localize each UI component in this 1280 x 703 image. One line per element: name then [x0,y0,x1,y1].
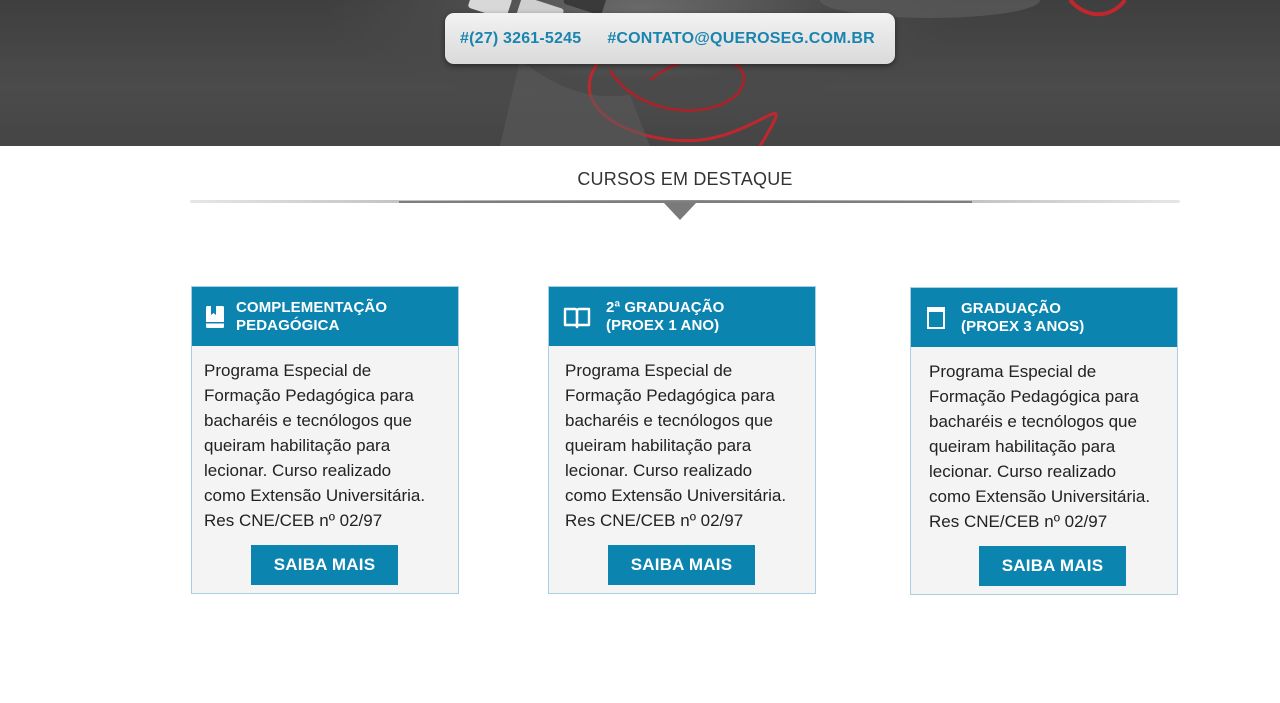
phone-link[interactable]: #(27) 3261-5245 [460,30,581,48]
email-link[interactable]: #CONTATO@QUEROSEG.COM.BR [607,30,875,48]
saiba-mais-button[interactable]: SAIBA MAIS [251,545,398,585]
card-title-line1: GRADUAÇÃO [961,299,1062,317]
course-card-segunda-graduacao: 2ª GRADUAÇÃO (PROEX 1 ANO) Programa Espe… [548,286,816,594]
card-header: GRADUAÇÃO (PROEX 3 ANOS) [911,288,1177,347]
open-book-icon [563,304,591,330]
card-header: 2ª GRADUAÇÃO (PROEX 1 ANO) [549,287,815,346]
card-title: GRADUAÇÃO (PROEX 3 ANOS) [961,300,1084,336]
hero-banner: #(27) 3261-5245 #CONTATO@QUEROSEG.COM.BR [0,0,1280,146]
course-card-graduacao: GRADUAÇÃO (PROEX 3 ANOS) Programa Especi… [910,287,1178,595]
card-title-line2: PEDAGÓGICA [236,316,340,334]
card-title-line2: (PROEX 3 ANOS) [961,317,1085,335]
card-description: Programa Especial de Formação Pedagógica… [204,361,426,530]
card-title-line1: COMPLEMENTAÇÃO [236,298,388,316]
card-description: Programa Especial de Formação Pedagógica… [565,361,787,530]
bookmark-book-icon [204,304,226,330]
card-title: COMPLEMENTAÇÃO PEDAGÓGICA [236,299,387,335]
notebook-icon [925,305,947,331]
course-card-complementacao: COMPLEMENTAÇÃO PEDAGÓGICA Programa Espec… [191,286,459,594]
card-title: 2ª GRADUAÇÃO (PROEX 1 ANO) [606,299,724,335]
section-title: CURSOS EM DESTAQUE [577,169,793,189]
card-header: COMPLEMENTAÇÃO PEDAGÓGICA [192,287,458,346]
card-title-line2: (PROEX 1 ANO) [606,316,720,334]
down-arrow-icon [664,203,696,220]
saiba-mais-button[interactable]: SAIBA MAIS [979,546,1126,586]
contact-pill: #(27) 3261-5245 #CONTATO@QUEROSEG.COM.BR [445,13,895,64]
card-title-line1: 2ª GRADUAÇÃO [606,298,725,316]
saiba-mais-button[interactable]: SAIBA MAIS [608,545,755,585]
card-description: Programa Especial de Formação Pedagógica… [929,362,1151,531]
